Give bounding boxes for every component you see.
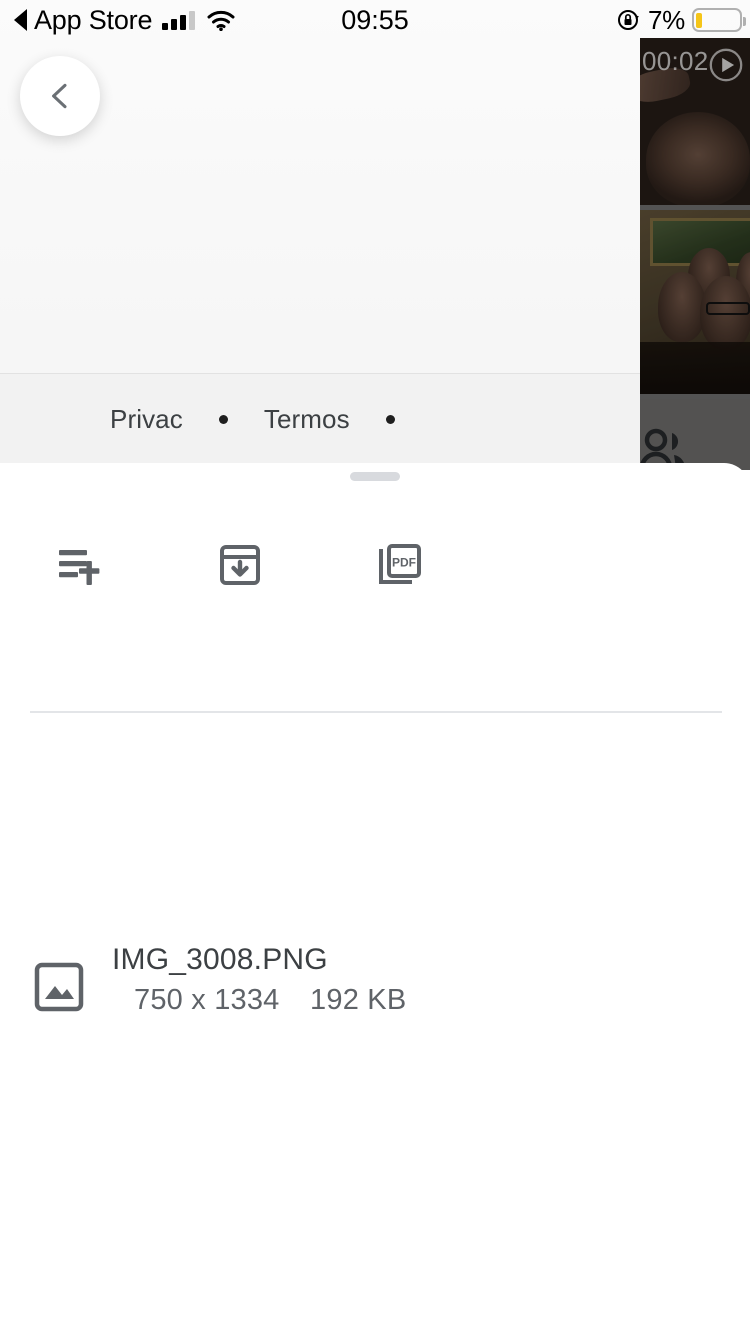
file-meta-label: 750 x 1334 192 KB: [134, 980, 406, 1020]
footer-separator-dot-2: [386, 415, 395, 424]
playlist-add-icon: [57, 544, 103, 586]
archive-download-icon: [218, 543, 262, 587]
battery-percent-label: 7%: [648, 5, 685, 36]
photo-thumbnail[interactable]: [640, 210, 750, 394]
svg-text:PDF: PDF: [392, 556, 416, 570]
privacy-link[interactable]: Privac: [110, 404, 183, 435]
file-text-block: IMG_3008.PNG 750 x 1334 192 KB: [112, 940, 406, 1020]
pdf-document-icon: PDF: [377, 542, 423, 588]
photo-person-2: [658, 272, 706, 342]
sheet-action-row: PDF: [0, 525, 640, 605]
add-to-list-button[interactable]: [0, 544, 160, 586]
status-bar: App Store 09:55 7%: [0, 0, 750, 40]
video-subject: [646, 112, 750, 205]
file-dimensions: 750 x 1334: [134, 984, 280, 1016]
photo-foreground: [640, 342, 750, 394]
footer-separator-dot-1: [219, 415, 228, 424]
photo-thumbnail-strip[interactable]: 00:02: [640, 38, 750, 470]
export-pdf-button[interactable]: PDF: [320, 542, 480, 588]
chevron-left-icon: [43, 79, 77, 113]
app-footer-links: Privac Termos: [0, 373, 640, 465]
terms-link[interactable]: Termos: [264, 404, 350, 435]
battery-fill: [696, 13, 702, 28]
back-button[interactable]: [20, 56, 100, 136]
photo-eyeglasses: [706, 302, 750, 315]
video-thumbnail[interactable]: 00:02: [640, 38, 750, 205]
sheet-divider: [30, 711, 722, 713]
rotation-lock-icon: [617, 8, 641, 32]
status-bar-right: 7%: [617, 0, 742, 40]
play-circle-icon[interactable]: [707, 46, 745, 84]
bottom-sheet: PDF: [0, 463, 750, 1334]
save-to-archive-button[interactable]: [160, 543, 320, 587]
file-size: 192 KB: [310, 984, 406, 1016]
file-name-label: IMG_3008.PNG: [112, 940, 406, 980]
image-file-icon: [34, 962, 84, 1012]
battery-low-icon: [692, 8, 742, 32]
file-info-row[interactable]: IMG_3008.PNG 750 x 1334 192 KB: [0, 940, 750, 1020]
sheet-drag-handle[interactable]: [350, 472, 400, 481]
group-thumbnail[interactable]: [640, 399, 750, 470]
file-icon-container: [34, 962, 90, 1017]
video-duration-label: 00:02: [642, 46, 709, 77]
